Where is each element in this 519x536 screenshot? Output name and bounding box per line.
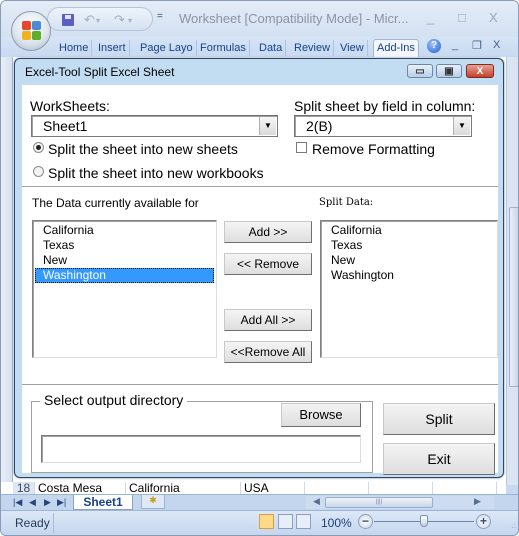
dialog-minimize-button[interactable]: ▭ [407,64,433,78]
row-headers [1,57,13,485]
minimize-icon: ▭ [415,66,425,77]
add-button[interactable]: Add >> [224,221,312,243]
office-logo-icon [22,21,42,41]
zoom-in-icon[interactable]: + [476,514,491,529]
scroll-left-icon[interactable]: ◀ [313,496,320,507]
tab-page-layout[interactable]: Page Layo [137,40,197,56]
add-all-button[interactable]: Add All >> [224,309,312,331]
save-icon[interactable] [62,14,74,26]
available-data-label: The Data currently available for [32,196,199,210]
sheet-tabs-bar: |◀ ◀ ▶ ▶| Sheet1 ✱ ◀ |||| ▶ [1,494,518,510]
undo-dropdown-icon[interactable]: ▾ [96,16,100,25]
page-layout-view-icon[interactable] [278,514,293,529]
radio-new-sheets[interactable] [33,142,44,153]
horizontal-scroll-thumb[interactable]: |||| [325,497,433,508]
dialog-close-button[interactable]: X [466,64,494,78]
undo-icon[interactable]: ↶ [84,12,95,28]
status-bar: Ready 100% − + .: [1,510,518,535]
list-item[interactable]: New [35,253,214,268]
maximize-icon: ▣ [444,66,454,77]
output-directory-group: Select output directory Browse [31,392,373,473]
browse-button[interactable]: Browse [281,403,361,427]
split-field-value: 2(B) [306,118,333,134]
next-sheet-icon[interactable]: ▶ [44,497,51,508]
worksheets-label: WorkSheets: [30,98,110,114]
first-sheet-icon[interactable]: |◀ [13,497,22,508]
tab-formulas[interactable]: Formulas [197,40,250,56]
output-directory-input[interactable] [41,435,361,463]
tab-insert[interactable]: Insert [95,40,130,56]
radio-new-sheets-label[interactable]: Split the sheet into new sheets [48,141,238,157]
tab-home[interactable]: Home [56,40,93,56]
chevron-down-icon[interactable]: ▼ [453,117,470,135]
output-directory-label: Select output directory [40,392,188,408]
list-item-selected[interactable]: Washington [35,268,214,283]
resize-grip-icon[interactable]: .: [512,521,516,530]
section-divider [22,186,498,187]
list-item[interactable]: Texas [35,238,214,253]
zoom-out-icon[interactable]: − [358,514,373,529]
split-data-list[interactable]: California Texas New Washington [320,220,498,358]
office-button[interactable] [11,11,51,51]
help-icon[interactable]: ? [427,39,441,53]
tab-review[interactable]: Review [291,40,335,56]
window-minimize-button[interactable]: _ [427,10,434,25]
window-title: Worksheet [Compatibility Mode] - Micr... [179,11,409,26]
list-item[interactable]: Texas [323,238,495,253]
quick-access-toolbar: ↶ ▾ ↷ ▾ [47,7,153,31]
tab-add-ins[interactable]: Add-Ins [373,39,419,57]
page-break-view-icon[interactable] [296,514,311,529]
dialog-title: Excel-Tool Split Excel Sheet [25,65,175,79]
tab-data[interactable]: Data [256,40,287,56]
remove-all-button[interactable]: <<Remove All [224,341,312,363]
radio-new-workbooks[interactable] [33,166,44,177]
exit-button[interactable]: Exit [383,443,495,475]
list-item[interactable]: California [323,223,495,238]
chevron-down-icon[interactable]: ▼ [259,117,276,135]
workbook-restore-button[interactable]: ❐ [472,39,482,52]
list-item[interactable]: New [323,253,495,268]
status-divider [53,513,54,533]
split-data-label: Split Data: [319,197,374,208]
section-divider [22,384,498,385]
vertical-scroll-thumb[interactable] [509,207,518,387]
list-item[interactable]: Washington [323,268,495,283]
list-item[interactable]: California [35,223,214,238]
workbook-close-button[interactable]: X [493,39,500,51]
split-field-select[interactable]: 2(B) ▼ [294,115,472,137]
horizontal-scrollbar[interactable]: ◀ |||| ▶ [306,496,494,509]
remove-button[interactable]: << Remove [224,253,312,275]
last-sheet-icon[interactable]: ▶| [57,497,66,508]
workbook-minimize-button[interactable]: _ [452,39,458,51]
scroll-right-icon[interactable]: ▶ [474,496,481,507]
split-field-label: Split sheet by field in column: [294,98,476,114]
split-button[interactable]: Split [383,403,495,435]
tab-view[interactable]: View [337,40,368,56]
zoom-slider-thumb[interactable] [420,515,428,527]
worksheets-select[interactable]: Sheet1 ▼ [31,115,278,137]
title-bar: ↶ ▾ ↷ ▾ = Worksheet [Compatibility Mode]… [1,1,518,37]
window-close-button[interactable]: X [489,10,498,25]
normal-view-icon[interactable] [259,514,274,529]
status-text: Ready [15,516,50,530]
split-sheet-dialog: Excel-Tool Split Excel Sheet ▭ ▣ X WorkS… [14,58,504,478]
remove-formatting-checkbox[interactable] [296,142,307,153]
vertical-scrollbar[interactable] [506,57,518,485]
prev-sheet-icon[interactable]: ◀ [29,497,36,508]
sheet-tab-sheet1[interactable]: Sheet1 [73,495,133,510]
redo-dropdown-icon[interactable]: ▾ [128,16,132,25]
new-sheet-icon[interactable]: ✱ [141,495,165,509]
customize-qat-icon[interactable]: = [157,11,163,22]
dialog-maximize-button[interactable]: ▣ [436,64,462,78]
worksheets-value: Sheet1 [43,118,88,134]
dialog-body: WorkSheets: Sheet1 ▼ Split sheet by fiel… [22,85,498,475]
radio-new-workbooks-label[interactable]: Split the sheet into new workbooks [48,165,264,181]
zoom-level[interactable]: 100% [321,516,352,530]
window-maximize-button[interactable]: □ [458,10,466,25]
redo-icon[interactable]: ↷ [114,12,125,28]
available-data-list[interactable]: California Texas New Washington [32,220,217,358]
close-icon: X [476,66,484,77]
remove-formatting-label[interactable]: Remove Formatting [312,141,435,157]
